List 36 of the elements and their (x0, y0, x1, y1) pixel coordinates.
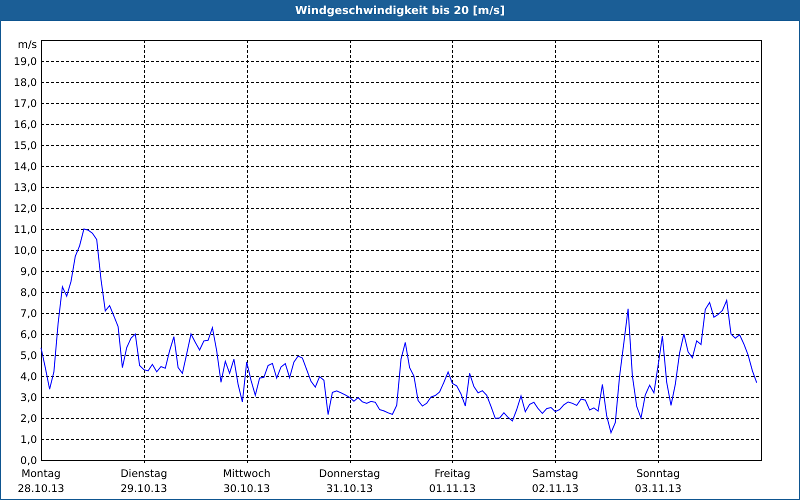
x-tick-label: Freitag (434, 468, 470, 480)
y-tick-label: 10,0 (14, 245, 37, 257)
y-tick-label: 5,0 (20, 350, 37, 362)
x-tick-label: Sonntag (636, 468, 680, 480)
date-label: 01.11.13 (429, 483, 476, 495)
date-label: 30.10.13 (223, 483, 270, 495)
y-tick-label: 12,0 (14, 203, 37, 215)
y-tick-label: 18,0 (14, 77, 37, 89)
y-tick-label: 4,0 (20, 371, 37, 383)
y-tick-label: 0,0 (20, 455, 37, 467)
y-axis-unit: m/s (18, 39, 37, 51)
x-tick-label: Dienstag (120, 468, 168, 480)
date-label: 28.10.13 (18, 483, 64, 495)
y-tick-label: 8,0 (20, 287, 37, 299)
date-label: 03.11.13 (634, 483, 682, 495)
y-tick-label: 15,0 (14, 140, 37, 152)
y-tick-label: 13,0 (14, 182, 37, 194)
x-tick-label: Donnerstag (318, 468, 380, 480)
y-tick-label: 17,0 (14, 98, 37, 110)
y-tick-label: 9,0 (20, 266, 37, 278)
y-tick-label: 3,0 (20, 392, 37, 404)
date-label: 02.11.13 (532, 483, 579, 495)
y-tick-label: 7,0 (20, 308, 37, 320)
x-tick-label: Mittwoch (222, 468, 271, 480)
window-title: Windgeschwindigkeit bis 20 [m/s] (295, 4, 505, 17)
x-tick-label: Montag (21, 468, 61, 480)
y-tick-label: 19,0 (14, 56, 37, 68)
y-tick-label: 2,0 (20, 413, 37, 425)
y-tick-label: 14,0 (14, 161, 37, 173)
y-tick-label: 16,0 (14, 119, 37, 131)
y-tick-label: 11,0 (14, 224, 37, 236)
y-tick-label: 1,0 (20, 434, 37, 446)
date-label: 29.10.13 (120, 483, 168, 495)
date-label: 31.10.13 (326, 483, 373, 495)
x-tick-label: Samstag (532, 468, 578, 480)
y-tick-label: 6,0 (20, 329, 37, 341)
